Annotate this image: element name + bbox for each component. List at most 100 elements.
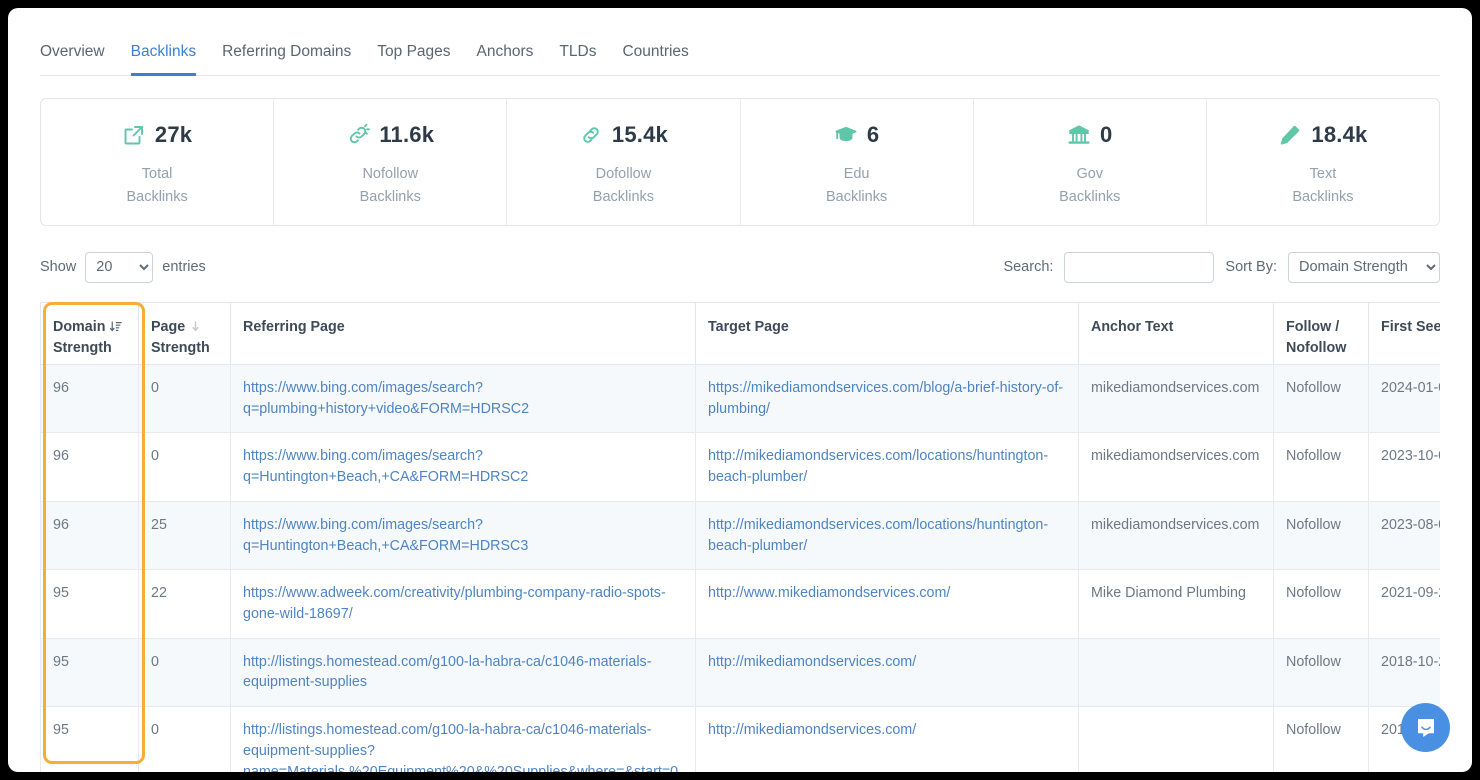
stat-label: Nofollow Backlinks <box>360 163 421 208</box>
backlinks-table-container[interactable]: Domain Strength Page Strength Referring … <box>40 302 1440 772</box>
header-line1: Follow / <box>1286 319 1339 335</box>
intercom-messenger-icon <box>1414 716 1438 740</box>
stat-value: 18.4k <box>1311 122 1367 148</box>
cell-referring-page: https://www.bing.com/images/search?q=Hun… <box>231 501 696 569</box>
sort-arrow-down-icon[interactable] <box>189 320 202 333</box>
cell-follow-nofollow: Nofollow <box>1274 707 1369 772</box>
cell-anchor-text <box>1079 638 1274 706</box>
stat-card-edu: 6 Edu Backlinks <box>741 99 974 225</box>
column-header-referring-page[interactable]: Referring Page <box>231 303 696 365</box>
stat-card-dofollow: 15.4k Dofollow Backlinks <box>507 99 740 225</box>
external-link-icon <box>122 123 146 147</box>
stat-value-row: 27k <box>122 120 192 150</box>
cell-page-strength: 0 <box>139 433 231 501</box>
stat-label-line2: Backlinks <box>826 186 887 208</box>
cell-target-page: http://mikediamondservices.com/ <box>696 707 1079 772</box>
column-header-follow-nofollow[interactable]: Follow / Nofollow <box>1274 303 1369 365</box>
column-header-domain-strength[interactable]: Domain Strength <box>41 303 139 365</box>
cell-first-seen: 2021-09-26 <box>1369 570 1441 638</box>
cell-page-strength: 0 <box>139 365 231 433</box>
cell-anchor-text: Mike Diamond Plumbing <box>1079 570 1274 638</box>
target-page-link[interactable]: http://mikediamondservices.com/ <box>708 654 916 670</box>
cell-anchor-text: mikediamondservices.com <box>1079 433 1274 501</box>
table-row: 96 0 https://www.bing.com/images/search?… <box>41 365 1441 433</box>
cell-referring-page: http://listings.homestead.com/g100-la-ha… <box>231 707 696 772</box>
table-row: 95 22 https://www.adweek.com/creativity/… <box>41 570 1441 638</box>
referring-page-link[interactable]: https://www.bing.com/images/search?q=Hun… <box>243 448 528 485</box>
stat-label: Text Backlinks <box>1292 163 1353 208</box>
pencil-icon <box>1278 123 1302 147</box>
cell-target-page: http://mikediamondservices.com/ <box>696 638 1079 706</box>
sort-descending-icon[interactable] <box>109 320 122 333</box>
cell-page-strength: 0 <box>139 707 231 772</box>
target-page-link[interactable]: https://mikediamondservices.com/blog/a-b… <box>708 380 1063 417</box>
cell-domain-strength: 96 <box>41 501 139 569</box>
header-line1: Page <box>151 319 185 335</box>
cell-domain-strength: 95 <box>41 570 139 638</box>
header-line1: First Seen <box>1381 319 1440 335</box>
entries-select[interactable]: 102050100 <box>85 252 153 283</box>
stat-label-line1: Edu <box>826 163 887 185</box>
target-page-link[interactable]: http://mikediamondservices.com/ <box>708 722 916 738</box>
referring-page-link[interactable]: http://listings.homestead.com/g100-la-ha… <box>243 654 651 691</box>
cell-follow-nofollow: Nofollow <box>1274 365 1369 433</box>
table-row: 95 0 http://listings.homestead.com/g100-… <box>41 638 1441 706</box>
cell-domain-strength: 95 <box>41 707 139 772</box>
cell-anchor-text <box>1079 707 1274 772</box>
stat-label-line1: Dofollow <box>593 163 654 185</box>
tab-anchors[interactable]: Anchors <box>477 43 534 76</box>
referring-page-link[interactable]: https://www.bing.com/images/search?q=Hun… <box>243 517 528 554</box>
referring-page-link[interactable]: https://www.adweek.com/creativity/plumbi… <box>243 585 666 622</box>
cell-page-strength: 0 <box>139 638 231 706</box>
stat-value: 0 <box>1100 122 1112 148</box>
search-input[interactable] <box>1064 252 1214 283</box>
tab-backlinks[interactable]: Backlinks <box>131 43 196 76</box>
cell-referring-page: https://www.adweek.com/creativity/plumbi… <box>231 570 696 638</box>
stat-value-row: 15.4k <box>579 120 668 150</box>
stat-value-row: 11.6k <box>346 120 434 150</box>
tab-tlds[interactable]: TLDs <box>559 43 596 76</box>
target-page-link[interactable]: http://mikediamondservices.com/locations… <box>708 448 1048 485</box>
stat-value: 27k <box>155 122 192 148</box>
sortby-select[interactable]: Domain StrengthPage StrengthFirst Seen <box>1288 252 1440 283</box>
header-line2: Nofollow <box>1286 338 1356 359</box>
search-sort-controls: Search: Sort By: Domain StrengthPage Str… <box>1003 252 1440 283</box>
stat-card-nofollow: 11.6k Nofollow Backlinks <box>274 99 507 225</box>
tab-referring-domains[interactable]: Referring Domains <box>222 43 351 76</box>
tab-top-pages[interactable]: Top Pages <box>377 43 450 76</box>
cell-domain-strength: 96 <box>41 365 139 433</box>
referring-page-link[interactable]: http://listings.homestead.com/g100-la-ha… <box>243 722 678 772</box>
intercom-chat-button[interactable] <box>1401 703 1450 752</box>
tab-overview[interactable]: Overview <box>40 43 105 76</box>
stat-label-line2: Backlinks <box>1059 186 1120 208</box>
stat-label-line1: Total <box>126 163 187 185</box>
tab-countries[interactable]: Countries <box>622 43 688 76</box>
cell-target-page: http://mikediamondservices.com/locations… <box>696 433 1079 501</box>
target-page-link[interactable]: http://www.mikediamondservices.com/ <box>708 585 950 601</box>
stat-value: 11.6k <box>379 122 434 148</box>
cell-page-strength: 22 <box>139 570 231 638</box>
cell-target-page: http://mikediamondservices.com/locations… <box>696 501 1079 569</box>
cell-domain-strength: 96 <box>41 433 139 501</box>
stat-value-row: 6 <box>834 120 879 150</box>
backlinks-table: Domain Strength Page Strength Referring … <box>40 302 1440 772</box>
cell-first-seen: 2024-01-09 <box>1369 365 1441 433</box>
stat-card-gov: 0 Gov Backlinks <box>974 99 1207 225</box>
target-page-link[interactable]: http://mikediamondservices.com/locations… <box>708 517 1048 554</box>
table-row: 96 0 https://www.bing.com/images/search?… <box>41 433 1441 501</box>
table-header: Domain Strength Page Strength Referring … <box>41 303 1441 365</box>
column-header-target-page[interactable]: Target Page <box>696 303 1079 365</box>
stat-value-row: 0 <box>1067 120 1112 150</box>
stat-card-text: 18.4k Text Backlinks <box>1207 99 1439 225</box>
table-body: 96 0 https://www.bing.com/images/search?… <box>41 365 1441 773</box>
cell-anchor-text: mikediamondservices.com <box>1079 501 1274 569</box>
column-header-first-seen[interactable]: First Seen <box>1369 303 1441 365</box>
column-header-anchor-text[interactable]: Anchor Text <box>1079 303 1274 365</box>
stat-value: 15.4k <box>612 122 668 148</box>
column-header-page-strength[interactable]: Page Strength <box>139 303 231 365</box>
cell-follow-nofollow: Nofollow <box>1274 501 1369 569</box>
referring-page-link[interactable]: https://www.bing.com/images/search?q=plu… <box>243 380 529 417</box>
bank-icon <box>1067 123 1091 147</box>
stat-label-line2: Backlinks <box>593 186 654 208</box>
header-line1: Target Page <box>708 319 789 335</box>
